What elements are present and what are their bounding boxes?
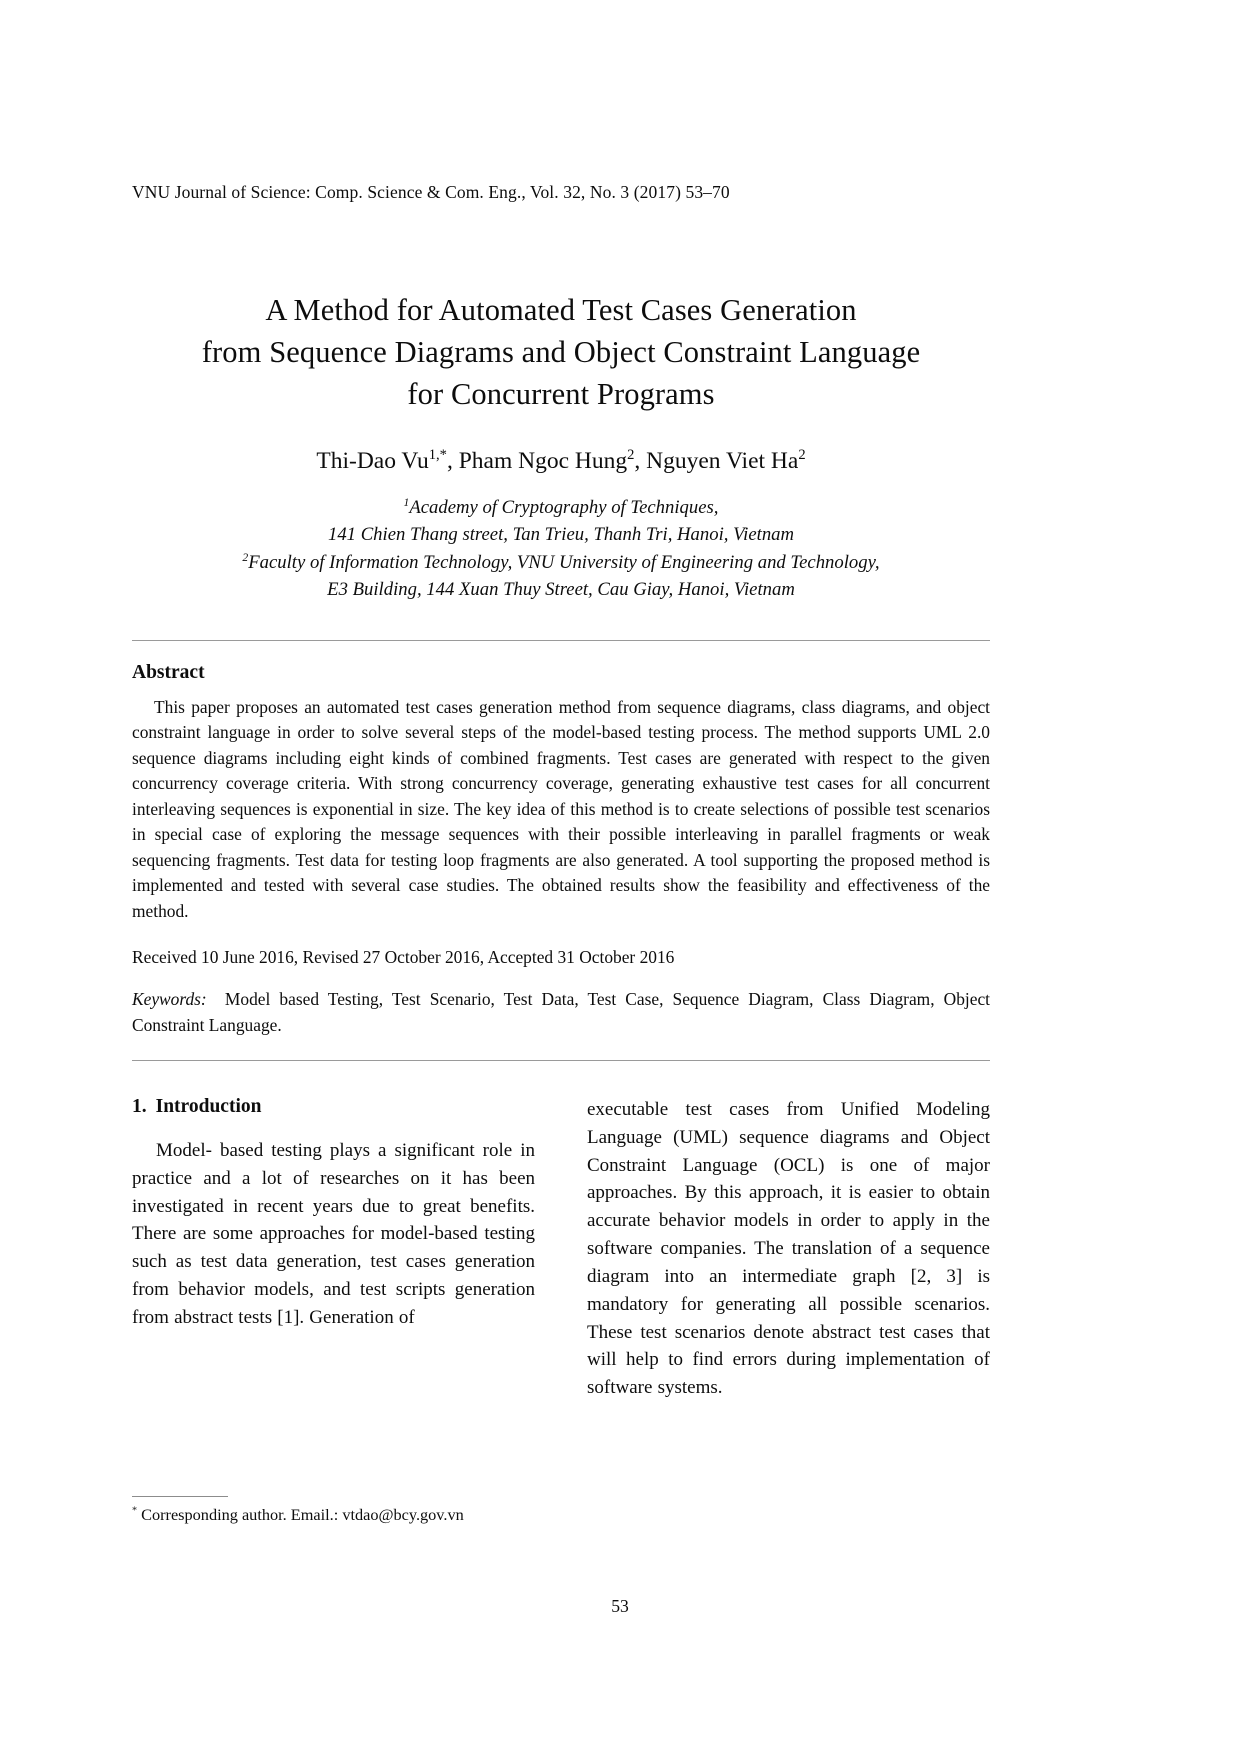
column-right: executable test cases from Unified Model… [587, 1096, 990, 1402]
body-columns: 1. Introduction Model- based testing play… [132, 1096, 990, 1402]
author-list: Thi-Dao Vu1,*, Pham Ngoc Hung 2, Nguyen V… [132, 446, 990, 477]
section-title: Introduction [155, 1095, 262, 1117]
keywords-label: Keywords: [132, 989, 207, 1010]
affiliation-2-line-1: 2Faculty of Information Technology, VNU … [132, 549, 990, 576]
author-3-name: Nguyen Viet Ha [646, 448, 799, 475]
abstract-heading: Abstract [132, 661, 205, 683]
running-head: VNU Journal of Science: Comp. Science & … [132, 182, 730, 202]
title-line-1: A Method for Automated Test Cases Genera… [265, 293, 857, 327]
keywords-line: Keywords: Model based Testing, Test Scen… [132, 987, 990, 1037]
paper-page: VNU Journal of Science: Comp. Science & … [0, 0, 1240, 1753]
author-3-affiliation-marker: 2 [798, 447, 806, 464]
title-line-2: from Sequence Diagrams and Object Constr… [201, 335, 921, 370]
affiliation-1-institution: Academy of Cryptography of Techniques, [409, 496, 719, 518]
abstract-bottom-divider [132, 1059, 990, 1061]
title-line-3: for Concurrent Programs [407, 377, 715, 412]
footnote-block: * Corresponding author. Email.: vtdao@bc… [132, 1496, 535, 1527]
introduction-paragraph-left: Model- based testing plays a significant… [132, 1139, 535, 1328]
footnote-content: Corresponding author. Email.: vtdao@bcy.… [137, 1505, 464, 1524]
author-separator-2: , [634, 448, 647, 475]
author-2-name: Pham Ngoc Hung [458, 448, 628, 475]
abstract-top-divider [132, 639, 990, 641]
introduction-paragraph-right: executable test cases from Unified Model… [587, 1098, 990, 1399]
author-1-name: Thi-Dao Vu [316, 448, 429, 475]
author-separator-1: , [446, 448, 459, 475]
page-number: 53 [611, 1596, 629, 1616]
corresponding-author-footnote: * Corresponding author. Email.: vtdao@bc… [132, 1504, 535, 1527]
keywords-text: Model based Testing, Test Scenario, Test… [132, 989, 990, 1035]
column-left: 1. Introduction Model- based testing play… [132, 1096, 535, 1332]
title-block: A Method for Automated Test Cases Genera… [132, 289, 990, 415]
affiliation-2-line-2: E3 Building, 144 Xuan Thuy Street, Cau G… [327, 579, 795, 601]
affiliation-1-line-2: 141 Chien Thang street, Tan Trieu, Thanh… [327, 524, 795, 546]
page-title: A Method for Automated Test Cases Genera… [132, 289, 990, 415]
abstract-body: This paper proposes an automated test ca… [132, 696, 990, 921]
section-heading-introduction: 1. Introduction [132, 1096, 535, 1118]
affiliation-2-institution: Faculty of Information Technology, VNU U… [248, 551, 880, 573]
affiliation-1-line-1: 1Academy of Cryptography of Techniques, [132, 494, 990, 521]
author-1-affiliation-marker: 1,* [428, 447, 447, 464]
received-dates: Received 10 June 2016, Revised 27 Octobe… [132, 947, 675, 968]
section-number: 1. [132, 1095, 147, 1117]
page-content: VNU Journal of Science: Comp. Science & … [132, 0, 990, 1402]
affiliation-list: 1Academy of Cryptography of Techniques, … [132, 494, 990, 604]
footnote-divider [132, 1496, 228, 1497]
